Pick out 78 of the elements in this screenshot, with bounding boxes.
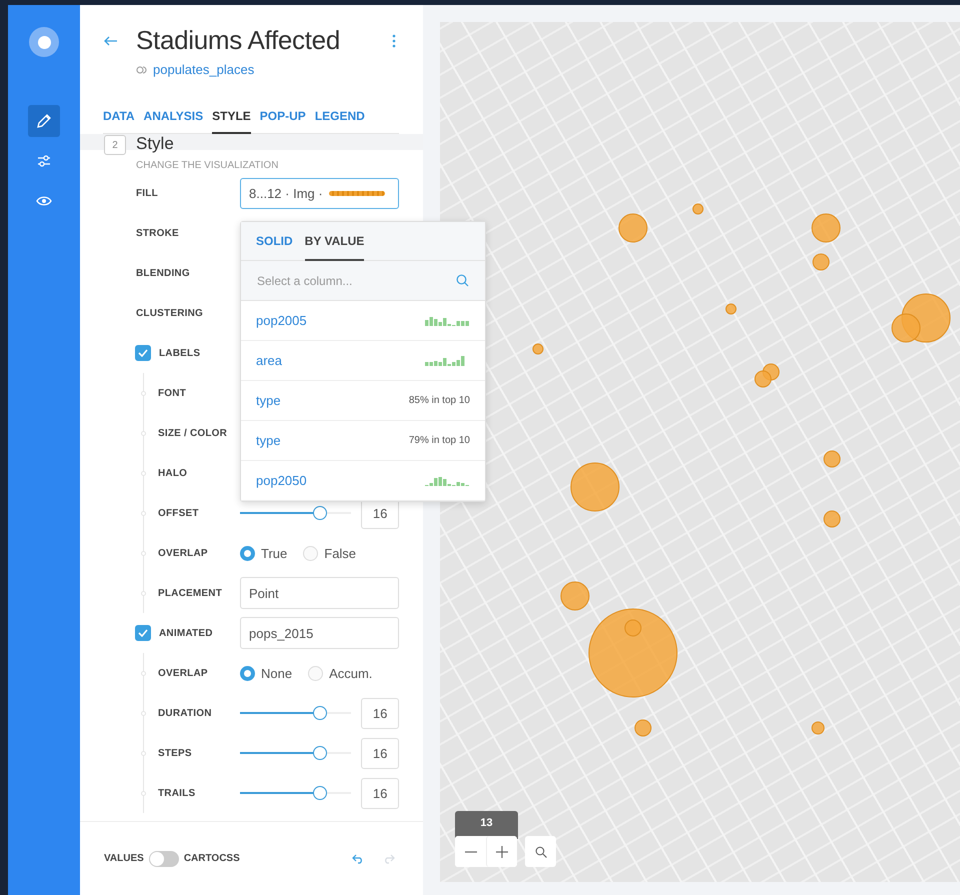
field-label: PLACEMENT [158,588,222,598]
map-point-marker [812,254,830,270]
fill-select[interactable]: 8...12 · Img · [240,178,399,208]
slider[interactable] [240,706,352,720]
radio-label: True [261,546,288,560]
slider[interactable] [240,786,352,800]
number-field[interactable]: 16 [361,738,400,768]
zoom-level: 13 [455,811,518,839]
radio-button[interactable] [240,666,255,680]
map-point-marker [812,214,840,242]
toggle-label: VALUES [104,853,144,864]
map-point-marker [824,510,840,528]
field-label: OVERLAP [158,668,208,678]
histogram-icon [425,316,470,326]
map-point-marker [692,204,704,214]
field-label: SIZE / COLOR [158,428,228,438]
pencil-icon[interactable] [28,105,60,137]
plus-icon [496,846,508,858]
tab[interactable]: ANALYSIS [144,106,204,134]
field-label: DURATION [158,708,212,718]
field-label: FILL [136,188,158,198]
input-field[interactable]: pops_2015 [240,617,399,649]
column-option[interactable]: pop2005 [241,301,485,341]
radio-label: False [324,546,356,560]
map-point-marker [754,370,772,388]
logo-icon[interactable] [29,27,59,57]
search-icon [456,274,469,287]
map-point-marker [618,214,648,242]
layer-title: Stadiums Affected [136,25,341,56]
number-field[interactable]: 16 [361,698,400,728]
tab[interactable]: SOLID [256,222,293,261]
field-label: BLENDING [136,268,190,278]
search-button[interactable] [525,836,556,867]
column-option[interactable]: type 85% in top 10 [241,381,485,421]
section-subtitle: CHANGE THE VISUALIZATION [136,160,280,171]
tab[interactable]: LEGEND [314,106,365,134]
toggle-switch[interactable] [148,850,179,866]
map-point-marker [824,450,840,468]
tab[interactable]: POP-UP [260,106,306,134]
radio-label: None [261,666,292,680]
zoom-in-button[interactable] [486,836,517,867]
field-label: ANIMATED [159,628,213,638]
checkbox[interactable] [135,345,151,361]
map-point-marker [726,304,736,314]
radio-label: Accum. [329,666,372,680]
column-option[interactable]: area [241,341,485,381]
field-label: LABELS [159,348,200,358]
color-ramp-icon [328,190,385,196]
field-label: OVERLAP [158,548,208,558]
field-label: CLUSTERING [136,308,203,318]
step-number: 2 [104,135,126,155]
input-field[interactable]: Point [240,577,399,609]
map-point-marker [634,720,652,736]
column-option[interactable]: pop2050 [241,461,485,501]
column-option[interactable]: type 79% in top 10 [241,421,485,461]
checkbox[interactable] [135,625,151,641]
source-link[interactable]: populates_places [153,62,254,77]
minus-icon [464,850,476,852]
search-icon [534,846,546,858]
checkmark-icon [138,629,148,637]
section-title: Style [136,134,174,154]
tab[interactable]: DATA [103,106,135,134]
field-label: STEPS [158,748,192,758]
map-point-marker [812,722,824,734]
toggle-label: CARTOCSS [184,853,240,864]
radio-button[interactable] [240,546,255,560]
map-point-marker [532,344,544,354]
field-label: FONT [158,388,186,398]
slider[interactable] [240,506,352,520]
field-label: TRAILS [158,788,196,798]
map-point-marker [570,462,620,512]
number-field[interactable]: 16 [361,778,400,808]
field-label: STROKE [136,228,179,238]
slider[interactable] [240,746,352,760]
field-label: OFFSET [158,508,199,518]
field-label: HALO [158,468,188,478]
checkmark-icon [138,349,148,357]
dataset-icon [136,66,148,74]
